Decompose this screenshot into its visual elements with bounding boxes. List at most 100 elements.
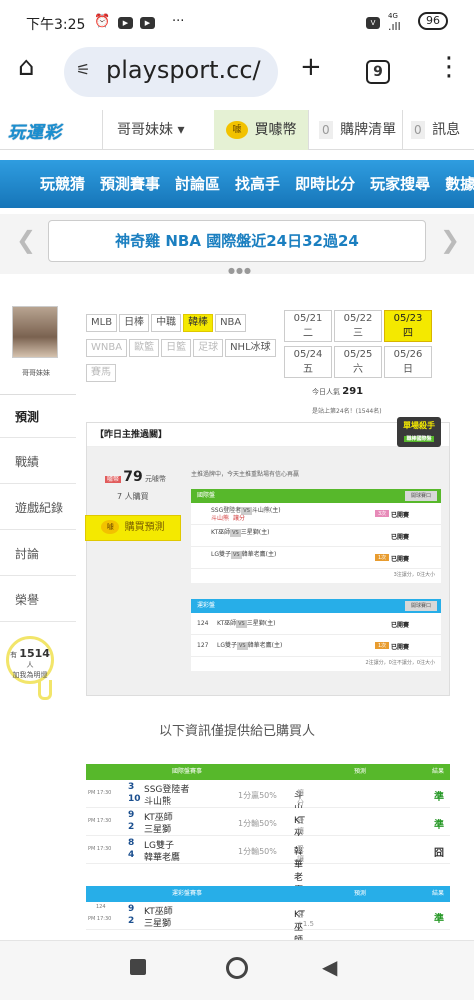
main-nav: 玩競猜 預測賽事 討論區 找高手 即時比分 玩家搜尋 數據 (0, 160, 474, 208)
sidebar-item-record[interactable]: 戰績 (0, 440, 76, 484)
avatar[interactable] (12, 306, 58, 358)
col-intl-game: 國際盤賽事 (172, 768, 203, 775)
tw-table-header: 運彩盤 開球賽口 (191, 599, 441, 613)
intl-row-teams: LG雙子 VS 韓華老鷹(主) (211, 551, 276, 559)
status-time: 下午3:25 (26, 17, 86, 33)
sport-filter-1[interactable]: 日棒 (119, 314, 150, 332)
follow-bulb[interactable]: 有 1514 人 加我為明燈 (6, 636, 54, 684)
sport-filter-8[interactable]: 足球 (193, 339, 224, 357)
game-no: 124 (197, 620, 209, 627)
buy-prediction-label: 購買預測 (124, 522, 165, 533)
intl-row-teams: SSG登陸者 VS 斗山熊(主) 斗山熊 讓分 (211, 507, 281, 523)
pick-extra: 讓分 (297, 789, 304, 807)
sport-filter-group: MLB 日棒 中職 韓棒 NBA WNBA 歐籃 日籃 足球 NHL冰球賽馬 (86, 310, 286, 385)
date-filter-1[interactable]: 05/22 三 (334, 310, 382, 342)
home-button-icon[interactable] (226, 957, 248, 979)
price: 噱幣 79 元噱幣 (105, 469, 166, 485)
tw-header-pill[interactable]: 開球賽口 (404, 601, 437, 611)
sport-filter-6[interactable]: 歐籃 (129, 339, 160, 357)
table-row: PM 17:309KT巫師2三星獅1分輸50%KT巫師受讓準 (86, 808, 450, 852)
nav-item-experts[interactable]: 找高手 (235, 160, 280, 208)
coin-icon: 噱 (226, 121, 248, 139)
banner-text[interactable]: 神奇雞 NBA 國際盤近24日32過24 (48, 220, 426, 262)
col-tw-game: 運彩盤賽事 (172, 890, 203, 897)
result: 已開賽 (390, 644, 409, 651)
nav-item-predict[interactable]: 預測賽事 (100, 160, 160, 208)
team2: 斗山熊(主) (251, 507, 281, 514)
pick: 斗山熊 (211, 515, 230, 522)
sport-filter-4[interactable]: NBA (215, 314, 247, 332)
tw-result-rows: 124PM 17:309KT巫師2三星獅KT巫師客 +1.5準 (86, 902, 450, 946)
team2: 三星獅(主) (240, 529, 270, 536)
new-tab-icon[interactable]: + (300, 52, 322, 82)
result: 已開賽 (390, 622, 409, 629)
home-icon[interactable]: ⌂ (18, 52, 35, 82)
recent-apps-icon[interactable] (130, 959, 146, 975)
date-filter-0[interactable]: 05/21 二 (284, 310, 332, 342)
nav-item-data[interactable]: 數據 (445, 160, 474, 208)
nav-item-live-score[interactable]: 即時比分 (295, 160, 355, 208)
caret-down-icon: ▾ (177, 122, 185, 138)
system-nav-bar: ◀ (0, 940, 474, 1000)
sport-filter-2[interactable]: 中職 (151, 314, 182, 332)
nav-item-player-search[interactable]: 玩家搜尋 (370, 160, 430, 208)
intl-row: KT巫師 VS 三星獅(主) 已開賽 (191, 525, 441, 547)
browser-toolbar: ⌂ ⚟ playsport.cc/ + 9 ⋮ (0, 44, 474, 104)
sidebar-item-discussion[interactable]: 討論 (0, 532, 76, 576)
site-settings-icon[interactable]: ⚟ (76, 60, 90, 79)
sidebar-item-predict[interactable]: 預測 (0, 394, 76, 438)
more-menu-icon[interactable]: ⋮ (436, 52, 462, 82)
card-hint: 主推過牌中，今天主推重點場有信心再贏 (191, 471, 300, 478)
sidebar-item-honor[interactable]: 榮譽 (0, 578, 76, 622)
bulb-icon (38, 680, 52, 700)
sport-filter-10[interactable]: 賽馬 (86, 364, 116, 382)
nav-item-forum[interactable]: 討論區 (175, 160, 220, 208)
sport-filter-9[interactable]: NHL冰球 (225, 339, 276, 357)
result: 囧 (434, 848, 444, 859)
intl-result-table: 國際盤賽事 預測 結果 PM 17:303SSG登陸者10斗山熊1分贏50%斗山… (86, 764, 450, 896)
intl-header-pill[interactable]: 開球賽口 (404, 491, 437, 501)
sport-filter-5[interactable]: WNBA (86, 339, 128, 357)
date-filter-4[interactable]: 05/25 六 (334, 346, 382, 378)
date-filter-5[interactable]: 05/26 日 (384, 346, 432, 378)
alarm-icon: ⏰ (94, 14, 111, 29)
site-logo[interactable]: 玩運彩 (8, 118, 62, 143)
date-filter-3[interactable]: 05/24 五 (284, 346, 332, 378)
chevron-right-icon[interactable]: ❯ (440, 226, 460, 254)
buy-coin-button[interactable]: 噱 買噱幣 (214, 110, 308, 150)
tab-count-button[interactable]: 9 (366, 60, 390, 84)
tw-table: 運彩盤 開球賽口 124 KT巫師 VS 三星獅(主) 已開賽 127 LG雙子 VS 韓華老鷹… (191, 599, 441, 671)
intl-rows: SSG登陸者 VS 斗山熊(主) 斗山熊 讓分 3次 已開賽 KT巫師 VS 三星獅(主) 已開賽 L… (191, 503, 441, 569)
nav-item-guess[interactable]: 玩競猜 (40, 160, 85, 208)
user-dropdown[interactable]: 哥哥妹妹 ▾ (102, 110, 214, 150)
tw-summary: 2注讓分，0注不讓分，0注大小 (365, 660, 435, 666)
buy-prediction-button[interactable]: 噱 購買預測 (85, 515, 181, 541)
url-text[interactable]: playsport.cc/ (106, 56, 261, 84)
tw-result-table: 運彩盤賽事 預測 結果 124PM 17:309KT巫師2三星獅KT巫師客 +1… (86, 886, 450, 946)
score-1: 8 (128, 838, 135, 848)
vs-icon: VS (236, 620, 247, 628)
banner-carousel: ❮ 神奇雞 NBA 國際盤近24日32過24 ❯ ●●● (0, 214, 474, 275)
intl-result-header: 國際盤賽事 預測 結果 (86, 764, 450, 780)
team2: 韓華老鷹(主) (241, 551, 277, 558)
game-time: PM 17:30 (88, 818, 112, 824)
result: 已開賽 (390, 512, 409, 519)
tag-badge: 1次 (375, 642, 390, 649)
sidebar-item-game-history[interactable]: 遊戲紀錄 (0, 486, 76, 530)
game-time: PM 17:30 (88, 790, 112, 796)
chevron-left-icon[interactable]: ❮ (16, 226, 36, 254)
score-2: 4 (128, 850, 135, 860)
tw-row: 124 KT巫師 VS 三星獅(主) 已開賽 (191, 613, 441, 635)
sport-filter-3[interactable]: 韓棒 (183, 314, 214, 332)
result: 準 (434, 820, 444, 831)
sport-filter-7[interactable]: 日籃 (161, 339, 192, 357)
cart-button[interactable]: 0 購牌清單 (308, 110, 402, 150)
team1: KT巫師 (211, 529, 231, 536)
message-button[interactable]: 0 訊息 (402, 110, 474, 150)
date-filter-2[interactable]: 05/23 四 (384, 310, 432, 342)
table-row: PM 17:303SSG登陸者10斗山熊1分贏50%斗山熊讓分準 (86, 780, 450, 827)
sport-filter-0[interactable]: MLB (86, 314, 118, 332)
result: 已開賽 (390, 556, 409, 563)
youtube-icon-2: ▶ (140, 14, 155, 29)
back-icon[interactable]: ◀ (322, 955, 337, 979)
